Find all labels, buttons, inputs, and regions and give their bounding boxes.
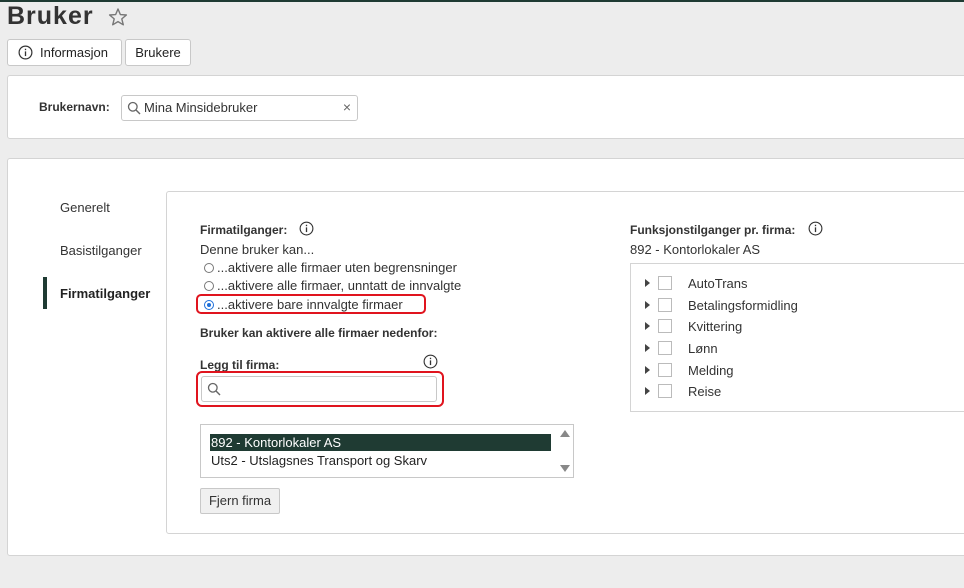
function-tree: AutoTrans Betalingsformidling Kvittering… (630, 263, 964, 412)
info-icon[interactable] (299, 221, 314, 236)
expand-icon[interactable] (645, 301, 650, 309)
radio-option-all[interactable]: ...aktivere alle firmaer uten begrensnin… (204, 260, 457, 275)
tree-node-melding[interactable]: Melding (645, 360, 734, 380)
search-icon (127, 101, 141, 115)
firm-access-heading: Firmatilganger: (200, 223, 288, 237)
firm-access-subtitle: Denne bruker kan... (200, 242, 315, 257)
firm-list-heading: Bruker kan aktivere alle firmaer nedenfo… (200, 326, 438, 340)
expand-icon[interactable] (645, 344, 650, 352)
radio-button[interactable] (204, 262, 214, 273)
username-label: Brukernavn: (39, 100, 110, 114)
expand-icon[interactable] (645, 387, 650, 395)
tree-node-label: Kvittering (688, 318, 743, 334)
checkbox[interactable] (658, 341, 672, 355)
checkbox[interactable] (658, 298, 672, 312)
tab-informasjon[interactable]: Informasjon (7, 39, 122, 66)
info-icon (18, 45, 33, 60)
tab-brukere[interactable]: Brukere (125, 39, 191, 66)
expand-icon[interactable] (645, 279, 650, 287)
checkbox[interactable] (658, 384, 672, 398)
nav-active-indicator (43, 277, 47, 309)
star-icon[interactable] (108, 7, 128, 27)
tree-node-label: AutoTrans (688, 275, 748, 291)
checkbox[interactable] (658, 319, 672, 333)
info-icon[interactable] (423, 354, 438, 369)
username-input[interactable]: Mina Minsidebruker × (121, 95, 358, 121)
info-icon[interactable] (808, 221, 823, 236)
tree-node-lonn[interactable]: Lønn (645, 338, 718, 358)
expand-icon[interactable] (645, 366, 650, 374)
username-value: Mina Minsidebruker (144, 100, 258, 115)
expand-icon[interactable] (645, 322, 650, 330)
tree-node-label: Reise (688, 383, 722, 399)
tree-node-autotrans[interactable]: AutoTrans (645, 273, 748, 293)
tree-node-label: Lønn (688, 340, 718, 356)
tab-informasjon-label: Informasjon (40, 45, 108, 60)
tree-node-label: Betalingsformidling (688, 297, 798, 313)
tree-node-kvittering[interactable]: Kvittering (645, 316, 742, 336)
highlight-box (196, 294, 426, 314)
checkbox[interactable] (658, 276, 672, 290)
function-access-heading: Funksjonstilganger pr. firma: (630, 223, 796, 237)
radio-label: ...aktivere alle firmaer uten begrensnin… (217, 260, 457, 275)
remove-firm-button[interactable]: Fjern firma (200, 488, 280, 514)
add-firm-label: Legg til firma: (200, 358, 280, 372)
list-item-selected[interactable]: 892 - Kontorlokaler AS (210, 434, 551, 451)
top-accent-line (0, 0, 964, 2)
nav-item-basistilganger[interactable]: Basistilganger (60, 243, 142, 258)
page-title: Bruker (7, 2, 94, 30)
radio-button[interactable] (204, 280, 214, 291)
user-panel: Brukernavn: Mina Minsidebruker × (7, 75, 964, 139)
scroll-down-icon[interactable] (560, 465, 570, 472)
nav-item-firmatilganger[interactable]: Firmatilganger (60, 286, 150, 301)
firm-listbox[interactable]: 892 - Kontorlokaler AS Uts2 - Utslagsnes… (200, 424, 574, 478)
radio-option-all-except[interactable]: ...aktivere alle firmaer, unntatt de inn… (204, 278, 461, 293)
nav-item-generelt[interactable]: Generelt (60, 200, 110, 215)
tree-node-betalingsformidling[interactable]: Betalingsformidling (645, 295, 798, 315)
firm-access-card: Firmatilganger: Denne bruker kan... ...a… (166, 191, 964, 534)
function-access-firm: 892 - Kontorlokaler AS (630, 242, 761, 257)
checkbox[interactable] (658, 363, 672, 377)
tree-node-reise[interactable]: Reise (645, 381, 721, 401)
radio-label: ...aktivere alle firmaer, unntatt de inn… (217, 278, 462, 293)
scroll-up-icon[interactable] (560, 430, 570, 437)
search-icon (207, 382, 221, 396)
tab-brukere-label: Brukere (135, 45, 181, 60)
clear-icon[interactable]: × (343, 99, 351, 115)
list-item[interactable]: Uts2 - Utslagsnes Transport og Skarv (210, 452, 551, 469)
tree-node-label: Melding (688, 362, 734, 378)
add-firm-search-input[interactable] (201, 376, 437, 402)
settings-panel: Generelt Basistilganger Firmatilganger F… (7, 158, 964, 556)
